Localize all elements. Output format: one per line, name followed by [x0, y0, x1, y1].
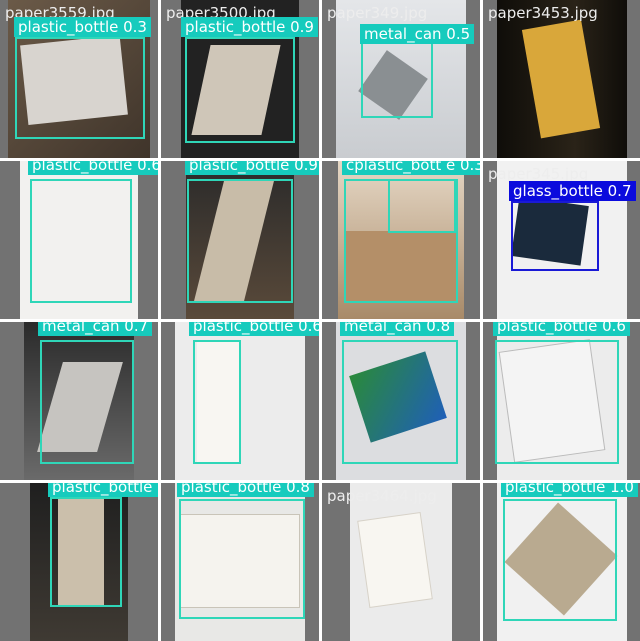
filename: paper349.jpg	[327, 4, 428, 22]
bounding-box	[388, 179, 456, 233]
filename: paper3453.jpg	[488, 4, 598, 22]
tile-paper349: paper349.jpg metal_can 0.5	[322, 0, 480, 158]
filename: paper3464.jpg	[327, 487, 437, 505]
detection-label: metal_can 0.7	[38, 322, 153, 336]
detection-label: metal_can 0.8	[340, 322, 455, 336]
detection-label: e 0.3	[442, 161, 480, 175]
tile-row3-col3: metal_can 0.8	[322, 322, 480, 480]
tile-row4-col1: plastic_bottle 0.	[0, 483, 158, 641]
detection-label: plastic_bottle 0.	[48, 483, 158, 497]
paper-shape	[358, 513, 432, 607]
bounding-box	[185, 37, 295, 143]
bounding-box	[15, 37, 145, 139]
bounding-box	[179, 499, 305, 619]
detection-label: plastic_bottle 0.6	[28, 161, 158, 175]
tile-paper345: paper345.jpg glass_bottle 0.7	[483, 161, 640, 319]
tile-paper3453: paper3453.jpg	[483, 0, 640, 158]
tile-row3-col1: metal_can 0.7	[0, 322, 158, 480]
tile-row2-col2: plastic_bottle 0.9	[161, 161, 319, 319]
bounding-box	[503, 499, 617, 621]
detection-label: metal_can 0.5	[360, 24, 475, 44]
detection-label: plastic_bottle 1.0	[501, 483, 638, 497]
detection-label: plastic_bottle 0.9	[185, 161, 319, 175]
tile-row3-col4: plastic_bottle 0.6	[483, 322, 640, 480]
bounding-box	[193, 340, 241, 464]
bounding-box	[342, 340, 458, 464]
bounding-box	[495, 340, 619, 464]
detection-label: plastic_bottle 0.9	[181, 17, 318, 37]
detection-label: plastic_bottle 0.3	[14, 17, 151, 37]
detection-label: plastic_bottle 0.6	[493, 322, 630, 336]
detection-grid: paper3559.jpg plastic_bottle 0.3 paper35…	[0, 0, 640, 641]
tile-row3-col2: plastic_bottle 0.6	[161, 322, 319, 480]
bounding-box	[30, 179, 132, 303]
bounding-box	[40, 340, 134, 464]
bounding-box	[187, 179, 293, 303]
bounding-box	[511, 201, 599, 271]
tile-row4-col2: plastic_bottle 0.8	[161, 483, 319, 641]
detection-label: glass_bottle 0.7	[509, 181, 636, 201]
tile-paper3500: paper3500.jpg plastic_bottle 0.9	[161, 0, 319, 158]
bounding-box	[50, 497, 122, 607]
bounding-box	[361, 42, 433, 118]
tile-paper3559: paper3559.jpg plastic_bottle 0.3	[0, 0, 158, 158]
tile-row2-col3: cplastic_bottle 0.3 e 0.3	[322, 161, 480, 319]
tile-row4-col4: plastic_bottle 1.0	[483, 483, 640, 641]
detection-label: plastic_bottle 0.8	[177, 483, 314, 497]
detection-label: plastic_bottle 0.6	[189, 322, 319, 336]
tile-row2-col1: plastic_bottle 0.6	[0, 161, 158, 319]
tile-paper3464: paper3464.jpg	[322, 483, 480, 641]
